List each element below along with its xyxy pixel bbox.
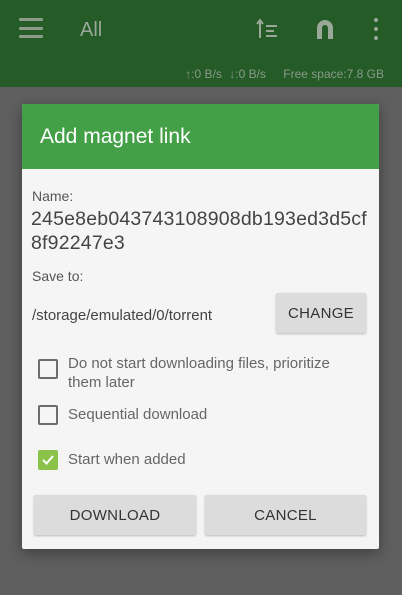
name-value: 245e8eb043743108908db193ed3d5cf8f92247e3 [31, 208, 367, 254]
add-magnet-dialog: Add magnet link Name: 245e8eb04374310890… [22, 104, 379, 549]
option-label: Start when added [68, 451, 186, 468]
app-bar: All ↑:0 B/s ↓:0 B/s Free space:7.8 GB [0, 0, 402, 87]
check-icon [42, 455, 54, 465]
option-no-start[interactable]: Do not start downloading files, prioriti… [38, 354, 363, 392]
option-sequential[interactable]: Sequential download [38, 405, 363, 425]
download-speed: ↓:0 B/s [229, 67, 266, 81]
dialog-title: Add magnet link [40, 124, 191, 148]
download-button[interactable]: DOWNLOAD [34, 495, 196, 535]
save-path: /storage/emulated/0/torrent [32, 307, 213, 324]
save-to-label: Save to: [32, 268, 84, 284]
sort-icon[interactable] [256, 18, 278, 40]
free-space: Free space:7.8 GB [283, 67, 384, 81]
transfer-stats: ↑:0 B/s ↓:0 B/s Free space:7.8 GB [181, 67, 384, 81]
option-start-when-added[interactable]: Start when added [38, 450, 363, 470]
magnet-icon[interactable] [313, 17, 337, 41]
more-vert-icon[interactable] [371, 18, 381, 40]
checkbox[interactable] [38, 359, 58, 379]
option-label: Sequential download [68, 406, 208, 423]
hamburger-menu-icon[interactable] [19, 18, 43, 38]
name-label: Name: [32, 188, 74, 204]
change-button[interactable]: CHANGE [276, 293, 366, 333]
cancel-button[interactable]: CANCEL [205, 495, 366, 535]
checkbox[interactable] [38, 405, 58, 425]
app-title: All [80, 19, 103, 41]
dialog-header: Add magnet link [22, 104, 379, 169]
upload-speed: ↑:0 B/s [185, 67, 222, 81]
option-label: Do not start downloading files, prioriti… [68, 355, 330, 391]
checkbox-checked[interactable] [38, 450, 58, 470]
